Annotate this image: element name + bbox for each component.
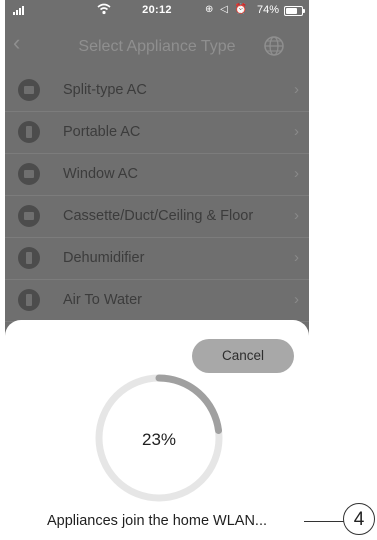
split-ac-icon xyxy=(18,79,40,101)
list-item-cassette[interactable]: Cassette/Duct/Ceiling & Floor › xyxy=(5,196,309,238)
callout-number: 4 xyxy=(343,503,375,535)
chevron-right-icon: › xyxy=(294,165,299,182)
battery-percent: 74% xyxy=(257,4,280,16)
battery-icon xyxy=(284,6,305,16)
callout-leader-line xyxy=(304,521,344,522)
chevron-right-icon: › xyxy=(294,123,299,140)
status-icons: ⊕ ◁ ⏰ xyxy=(205,4,250,15)
air-to-water-icon xyxy=(18,289,40,311)
appliance-list: Split-type AC › Portable AC › Window AC … xyxy=(5,70,309,322)
phone-screen: 20:12 ⊕ ◁ ⏰ 74% ‹ Select Appliance Type … xyxy=(5,0,309,540)
progress-percent: 23% xyxy=(141,430,177,449)
list-item-label: Window AC xyxy=(63,166,138,182)
list-item-air-to-water[interactable]: Air To Water › xyxy=(5,280,309,322)
list-item-portable-ac[interactable]: Portable AC › xyxy=(5,112,309,154)
list-item-label: Cassette/Duct/Ceiling & Floor xyxy=(63,208,254,224)
window-ac-icon xyxy=(18,163,40,185)
list-item-label: Air To Water xyxy=(63,292,142,308)
chevron-right-icon: › xyxy=(294,291,299,308)
status-bar: 20:12 ⊕ ◁ ⏰ 74% xyxy=(5,0,309,22)
chevron-right-icon: › xyxy=(294,249,299,266)
list-item-label: Dehumidifier xyxy=(63,250,145,266)
nav-bar: ‹ Select Appliance Type xyxy=(5,24,309,68)
cassette-icon xyxy=(18,205,40,227)
chevron-right-icon: › xyxy=(294,207,299,224)
status-message: Appliances join the home WLAN... xyxy=(46,513,268,529)
cancel-button[interactable]: Cancel xyxy=(192,339,294,373)
list-item-window-ac[interactable]: Window AC › xyxy=(5,154,309,196)
dehumidifier-icon xyxy=(18,247,40,269)
globe-icon[interactable] xyxy=(263,35,285,57)
list-item-label: Split-type AC xyxy=(63,82,147,98)
list-item-split-ac[interactable]: Split-type AC › xyxy=(5,70,309,112)
chevron-right-icon: › xyxy=(294,81,299,98)
list-item-dehumidifier[interactable]: Dehumidifier › xyxy=(5,238,309,280)
list-item-label: Portable AC xyxy=(63,124,141,140)
progress-sheet: Cancel 23% Appliances join the home WLAN… xyxy=(5,320,309,540)
portable-ac-icon xyxy=(18,121,40,143)
